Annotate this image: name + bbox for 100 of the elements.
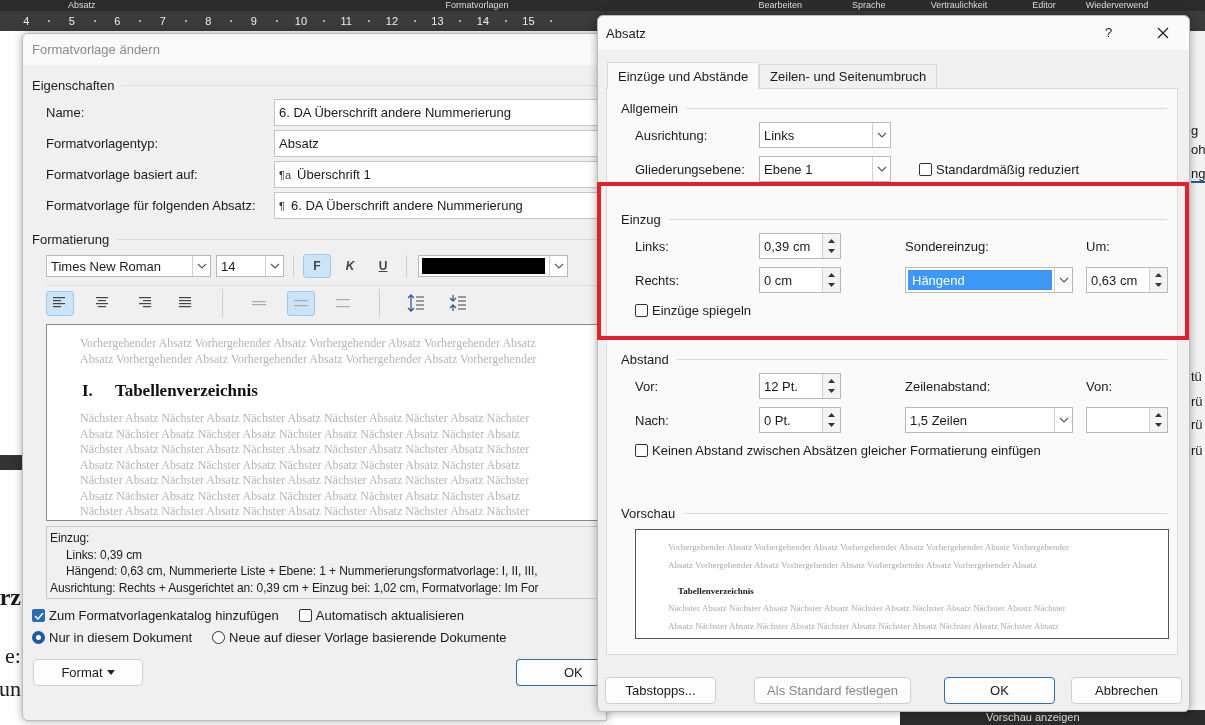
preview-text: Absatz Nächster Absatz Nächster Absatz Nächster Absatz Nächster Absatz Nächster Absatz xyxy=(80,426,521,442)
size-dropdown[interactable]: 14 xyxy=(216,255,284,277)
alignment-icon xyxy=(178,297,194,309)
field-label: Nach: xyxy=(635,412,670,428)
preview-text: Nächster Absatz Nächster Absatz Nächster Absatz Nächster Absatz Nächster Absatz Nächster xyxy=(80,442,531,458)
dialog-button[interactable]: OK xyxy=(944,677,1055,704)
dialog-button[interactable]: Abbrechen xyxy=(1071,677,1182,704)
section-heading: Allgemein xyxy=(621,101,679,116)
checkbox[interactable] xyxy=(635,444,648,457)
description-text: Links: 0,39 cm xyxy=(65,546,143,563)
checkbox[interactable] xyxy=(32,609,45,622)
indent-by-field[interactable]: 0,63 cm xyxy=(1086,267,1168,293)
checkbox-label[interactable]: Zum Formatvorlagenkatalog hinzufügen xyxy=(49,608,279,623)
preview-text: Nächster Absatz Nächster Absatz Nächster Absatz Nächster Absatz Nächster Absatz Nächster xyxy=(80,504,531,520)
ruler-number: 7 xyxy=(159,15,166,27)
chevron-down-icon[interactable] xyxy=(876,132,887,138)
document-text: un xyxy=(0,676,21,702)
outline-level-dropdown[interactable]: Ebene 1 xyxy=(759,156,891,182)
checkbox-label[interactable]: Einzüge spiegeln xyxy=(652,303,752,318)
checkbox[interactable] xyxy=(919,162,932,176)
ruler-number: 14 xyxy=(476,15,490,27)
section-heading: Einzug xyxy=(621,212,661,227)
chevron-down-icon[interactable] xyxy=(1058,277,1069,283)
checkbox-label[interactable]: Keinen Abstand zwischen Absätzen gleicher Formatierung einfügen xyxy=(652,443,1041,458)
dialog-button[interactable]: Tabstopps... xyxy=(605,677,716,704)
pane-text: rü xyxy=(1191,443,1203,458)
chevron-down-icon[interactable] xyxy=(1058,417,1069,423)
ruler-number: 12 xyxy=(385,15,399,27)
align-button[interactable] xyxy=(46,290,74,316)
checkbox[interactable] xyxy=(298,609,312,622)
section-heading: Formatierung xyxy=(32,232,110,247)
alignment-dropdown[interactable]: Links xyxy=(759,122,891,148)
ribbon-group-label: Vertraulichkeit xyxy=(930,0,988,11)
window-title: Formatvorlage ändern xyxy=(32,42,160,57)
paragraph-spacing-icon xyxy=(407,294,425,312)
style-toggle[interactable]: K xyxy=(336,254,364,278)
heading-number: I. xyxy=(82,381,93,401)
spin-buttons[interactable] xyxy=(822,374,840,398)
ruler-number: 13 xyxy=(431,15,444,27)
preview-heading: Tabellenverzeichnis xyxy=(678,586,755,596)
checkbox[interactable] xyxy=(635,304,648,317)
spin-buttons[interactable] xyxy=(1149,408,1167,432)
tab[interactable]: Einzüge und Abstände xyxy=(607,62,760,89)
preview-text: Absatz Vorhergehender Absatz Vorhergehender Absatz Vorhergehender Absatz Vorhergehender Absatz xyxy=(668,558,1038,572)
chevron-down-icon[interactable] xyxy=(196,263,207,269)
format-menu-button[interactable]: Format xyxy=(33,659,143,686)
pane-text: g xyxy=(1191,123,1199,138)
radio-button[interactable] xyxy=(212,631,226,644)
document-text: rz xyxy=(0,584,21,611)
description-text: Einzug: xyxy=(50,530,91,547)
spin-buttons[interactable] xyxy=(822,268,840,292)
font-dropdown[interactable]: Times New Roman xyxy=(46,255,211,277)
style-toggle[interactable]: U xyxy=(369,254,397,278)
field-label: Ausrichtung: xyxy=(635,127,709,143)
spacing-at-field[interactable] xyxy=(1086,407,1168,433)
chevron-down-icon[interactable] xyxy=(269,263,280,269)
chevron-down-icon[interactable] xyxy=(876,166,887,172)
ribbon-group-label: Sprache xyxy=(852,0,886,11)
ruler-number: 4 xyxy=(23,15,30,27)
paragraph-spacing-icon xyxy=(449,294,467,312)
description-text: Ausrichtung: Rechts + Ausgerichtet an: 0,39 cm + Einzug bei: 1,02 cm, Formatvorlage: Im For xyxy=(50,579,540,596)
left-indent-field[interactable]: 0,39 cm xyxy=(759,233,841,259)
chevron-down-icon[interactable] xyxy=(553,263,564,269)
line-spacing-icon xyxy=(335,297,351,309)
ribbon-group-label: Bearbeiten xyxy=(758,0,803,11)
field-label: Um: xyxy=(1086,238,1111,254)
tab[interactable]: Zeilen- und Seitenumbruch xyxy=(759,64,938,88)
pane-text: rü xyxy=(1191,417,1203,432)
radio-label[interactable]: Neue auf dieser Vorlage basierende Dokumente xyxy=(229,630,507,645)
help-button[interactable]: ? xyxy=(1105,25,1113,40)
ribbon-group-label: Editor xyxy=(1032,0,1056,11)
close-icon[interactable] xyxy=(1157,27,1169,39)
field-label: Zeilenabstand: xyxy=(905,378,992,394)
color-dropdown[interactable] xyxy=(418,255,568,277)
field-label: Name: xyxy=(46,105,86,120)
preview-text: Nächster Absatz Nächster Absatz Nächster Absatz Nächster Absatz Nächster Absatz Nächster Absatz Nächster xyxy=(668,602,1067,615)
space-after-field[interactable]: 0 Pt. xyxy=(759,407,841,433)
pane-text: rü xyxy=(1191,394,1203,409)
space-before-field[interactable]: 12 Pt. xyxy=(759,373,841,399)
radio-label[interactable]: Nur in diesem Dokument xyxy=(49,630,193,645)
ruler-number: 11 xyxy=(340,15,352,27)
preview-text: Nächster Absatz Nächster Absatz Nächster Absatz Nächster Absatz Nächster Absatz Nächster xyxy=(80,473,531,489)
ruler-number: 5 xyxy=(68,15,75,27)
preview-text: Absatz Vorhergehender Absatz Vorhergehender Absatz Vorhergehender Absatz Vorhergehender xyxy=(80,351,538,367)
preview-text: Vorhergehender Absatz Vorhergehender Absatz Vorhergehender Absatz Vorhergehender Absatz xyxy=(80,336,537,352)
ribbon-group-label: Formatvorlagen xyxy=(445,0,509,11)
style-toggle[interactable]: F xyxy=(303,254,331,278)
spin-buttons[interactable] xyxy=(1149,268,1167,292)
checkbox-label[interactable]: Standardmäßig reduziert xyxy=(936,161,1080,177)
ribbon-group-label: Absatz xyxy=(68,0,96,11)
preview-text: Nächster Absatz Nächster Absatz Nächster Absatz Nächster Absatz Nächster Absatz Nächster xyxy=(80,411,531,427)
right-indent-field[interactable]: 0 cm xyxy=(759,267,841,293)
radio-button[interactable] xyxy=(32,631,45,644)
preview-text: Absatz Nächster Absatz Nächster Absatz Nächster Absatz Nächster Absatz Nächster Absatz xyxy=(80,488,521,504)
line-spacing-dropdown[interactable]: 1,5 Zeilen xyxy=(905,407,1073,433)
preview-heading: Tabellenverzeichnis xyxy=(114,381,258,401)
spin-buttons[interactable] xyxy=(822,234,840,258)
spin-buttons[interactable] xyxy=(822,408,840,432)
alignment-icon xyxy=(136,297,152,309)
checkbox-label[interactable]: Automatisch aktualisieren xyxy=(315,608,464,623)
